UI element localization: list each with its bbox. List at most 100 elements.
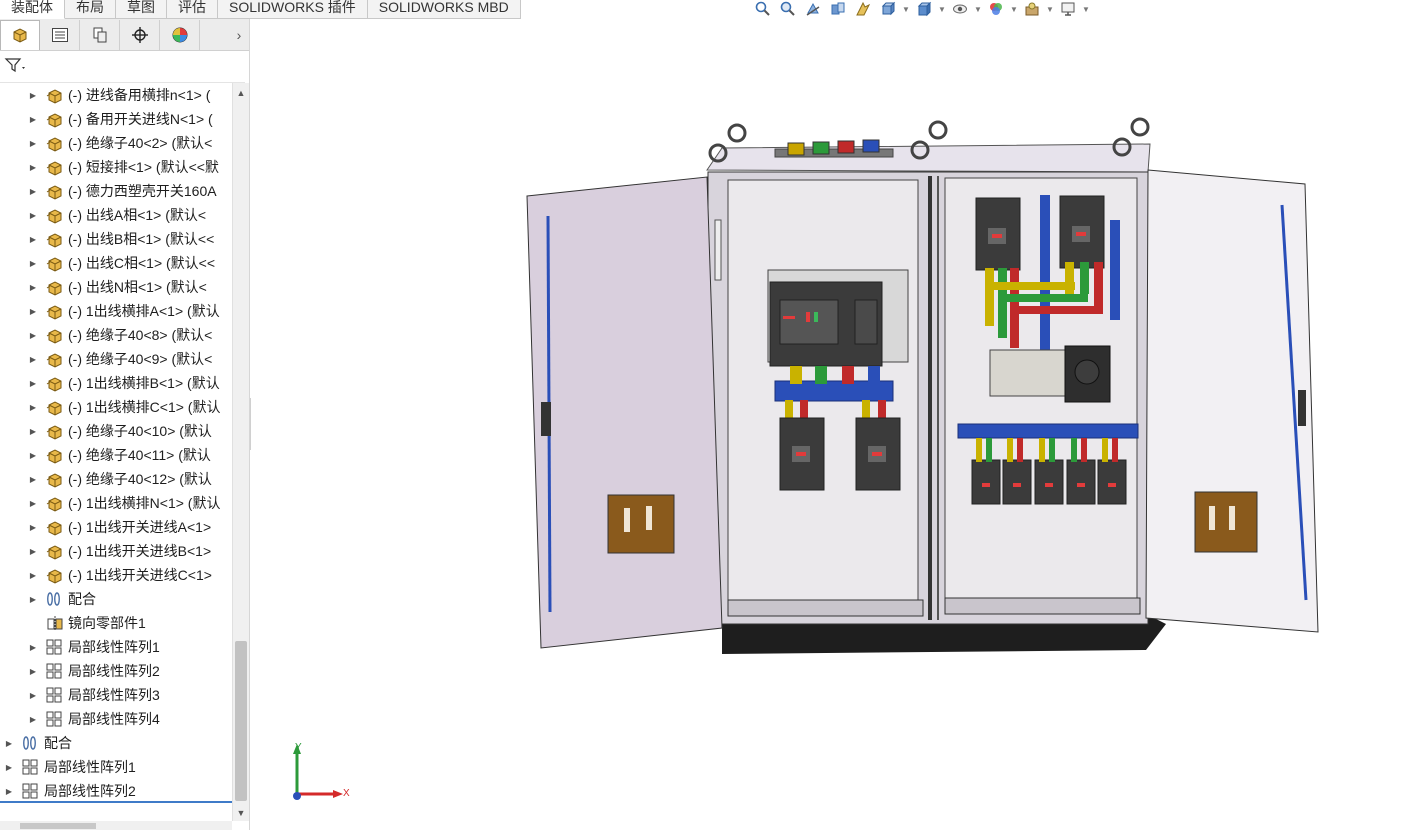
tree-item[interactable]: ▶ (-) 绝缘子40<8> (默认< bbox=[0, 323, 232, 347]
tree-item[interactable]: ▶ (-) 1出线开关进线B<1> bbox=[0, 539, 232, 563]
featuremanager-tree-icon[interactable] bbox=[0, 19, 40, 50]
tree-item[interactable]: ▶ (-) 短接排<1> (默认<<默 bbox=[0, 155, 232, 179]
tab-layout[interactable]: 布局 bbox=[65, 0, 116, 19]
tree-item[interactable]: ▶ (-) 德力西塑壳开关160A bbox=[0, 179, 232, 203]
view-orientation-icon[interactable] bbox=[877, 1, 899, 18]
view-settings-icon[interactable] bbox=[1057, 1, 1079, 18]
expand-arrow-icon[interactable]: ▶ bbox=[28, 211, 38, 220]
expand-arrow-icon[interactable]: ▶ bbox=[28, 571, 38, 580]
display-style-dropdown[interactable]: ▼ bbox=[938, 1, 946, 18]
tree-item[interactable]: 镜向零部件1 bbox=[0, 611, 232, 635]
expand-arrow-icon[interactable]: ▶ bbox=[28, 91, 38, 100]
expand-arrow-icon[interactable]: ▶ bbox=[28, 139, 38, 148]
tree-item[interactable]: ▶ (-) 1出线横排A<1> (默认 bbox=[0, 299, 232, 323]
filter-icon[interactable] bbox=[4, 56, 28, 77]
cabinet-model[interactable] bbox=[251, 19, 1404, 830]
tab-solidworks-addins[interactable]: SOLIDWORKS 插件 bbox=[218, 0, 368, 19]
tree-item[interactable]: ▶ 配合 bbox=[0, 587, 232, 611]
view-orientation-dropdown[interactable]: ▼ bbox=[902, 1, 910, 18]
expand-arrow-icon[interactable]: ▶ bbox=[28, 523, 38, 532]
expand-arrow-icon[interactable]: ▶ bbox=[28, 475, 38, 484]
expand-arrow-icon[interactable]: ▶ bbox=[28, 403, 38, 412]
apply-scene-icon[interactable] bbox=[1021, 1, 1043, 18]
expand-arrow-icon[interactable]: ▶ bbox=[28, 307, 38, 316]
dynamic-annotation-icon[interactable] bbox=[852, 1, 874, 18]
zoom-to-area-icon[interactable] bbox=[777, 1, 799, 18]
edit-appearance-icon[interactable] bbox=[985, 1, 1007, 18]
tree-item[interactable]: ▶ (-) 1出线开关进线C<1> bbox=[0, 563, 232, 587]
hide-show-dropdown[interactable]: ▼ bbox=[974, 1, 982, 18]
expand-arrow-icon[interactable]: ▶ bbox=[28, 499, 38, 508]
expand-arrow-icon[interactable]: ▶ bbox=[28, 547, 38, 556]
chevron-right-icon[interactable]: › bbox=[229, 27, 249, 43]
expand-arrow-icon[interactable]: ▶ bbox=[28, 691, 38, 700]
expand-arrow-icon[interactable]: ▶ bbox=[4, 787, 14, 796]
tree-item[interactable]: ▶ (-) 绝缘子40<2> (默认< bbox=[0, 131, 232, 155]
tree-item[interactable]: ▶ (-) 进线备用横排n<1> ( bbox=[0, 83, 232, 107]
previous-view-icon[interactable] bbox=[802, 1, 824, 18]
tree-item[interactable]: ▶ (-) 备用开关进线N<1> ( bbox=[0, 107, 232, 131]
expand-arrow-icon[interactable]: ▶ bbox=[28, 115, 38, 124]
tree-item[interactable]: ▶ (-) 出线A相<1> (默认< bbox=[0, 203, 232, 227]
expand-arrow-icon[interactable]: ▶ bbox=[4, 739, 14, 748]
tab-evaluate[interactable]: 评估 bbox=[167, 0, 218, 19]
section-view-icon[interactable] bbox=[827, 1, 849, 18]
propertymanager-icon[interactable] bbox=[40, 19, 80, 50]
displaymanager-icon[interactable] bbox=[160, 19, 200, 50]
expand-arrow-icon[interactable]: ▶ bbox=[28, 427, 38, 436]
expand-arrow-icon[interactable]: ▶ bbox=[28, 595, 38, 604]
edit-appearance-dropdown[interactable]: ▼ bbox=[1010, 1, 1018, 18]
tab-assembly[interactable]: 装配体 bbox=[0, 0, 65, 19]
expand-arrow-icon[interactable]: ▶ bbox=[28, 451, 38, 460]
tree-horizontal-scrollbar[interactable] bbox=[0, 821, 232, 830]
tree-filter[interactable] bbox=[0, 51, 245, 83]
expand-arrow-icon[interactable]: ▶ bbox=[28, 715, 38, 724]
display-style-icon[interactable] bbox=[913, 1, 935, 18]
expand-arrow-icon[interactable]: ▶ bbox=[28, 163, 38, 172]
tree-item[interactable]: ▶ (-) 绝缘子40<9> (默认< bbox=[0, 347, 232, 371]
tree-item[interactable]: ▶ (-) 绝缘子40<10> (默认 bbox=[0, 419, 232, 443]
expand-arrow-icon[interactable]: ▶ bbox=[28, 379, 38, 388]
dimxpertmanager-icon[interactable] bbox=[120, 19, 160, 50]
mates-icon bbox=[44, 589, 66, 609]
tree-item[interactable]: ▶ 局部线性阵列3 bbox=[0, 683, 232, 707]
graphics-area[interactable] bbox=[251, 19, 1404, 830]
expand-arrow-icon[interactable]: ▶ bbox=[28, 235, 38, 244]
tree-item[interactable]: ▶ (-) 1出线开关进线A<1> bbox=[0, 515, 232, 539]
tab-solidworks-mbd[interactable]: SOLIDWORKS MBD bbox=[367, 0, 521, 19]
scroll-down-icon[interactable]: ▼ bbox=[233, 805, 249, 821]
expand-arrow-icon[interactable]: ▶ bbox=[28, 355, 38, 364]
expand-arrow-icon[interactable]: ▶ bbox=[28, 643, 38, 652]
tree-item[interactable]: ▶ (-) 出线C相<1> (默认<< bbox=[0, 251, 232, 275]
tree-item[interactable]: ▶ 局部线性阵列2 bbox=[0, 779, 232, 800]
tree-item[interactable]: ▶ 局部线性阵列1 bbox=[0, 635, 232, 659]
tree-item[interactable]: ▶ 局部线性阵列1 bbox=[0, 755, 232, 779]
hide-show-items-icon[interactable] bbox=[949, 1, 971, 18]
tree-item[interactable]: ▶ 局部线性阵列2 bbox=[0, 659, 232, 683]
tree-item[interactable]: ▶ (-) 1出线横排C<1> (默认 bbox=[0, 395, 232, 419]
tree-item[interactable]: ▶ 配合 bbox=[0, 731, 232, 755]
tab-sketch[interactable]: 草图 bbox=[116, 0, 167, 19]
horizontal-scroll-thumb[interactable] bbox=[20, 823, 96, 829]
configurationmanager-icon[interactable] bbox=[80, 19, 120, 50]
view-settings-dropdown[interactable]: ▼ bbox=[1082, 1, 1090, 18]
tree-scrollbar[interactable]: ▲ ▼ bbox=[232, 83, 249, 821]
tree-item[interactable]: ▶ (-) 1出线横排N<1> (默认 bbox=[0, 491, 232, 515]
expand-arrow-icon[interactable]: ▶ bbox=[28, 259, 38, 268]
expand-arrow-icon[interactable]: ▶ bbox=[28, 187, 38, 196]
zoom-to-fit-icon[interactable] bbox=[752, 1, 774, 18]
tree-item[interactable]: ▶ 局部线性阵列4 bbox=[0, 707, 232, 731]
expand-arrow-icon[interactable]: ▶ bbox=[28, 667, 38, 676]
scroll-thumb[interactable] bbox=[235, 641, 247, 801]
tree-item[interactable]: ▶ (-) 绝缘子40<11> (默认 bbox=[0, 443, 232, 467]
expand-arrow-icon[interactable]: ▶ bbox=[28, 331, 38, 340]
tree-item-label: (-) 1出线开关进线A<1> bbox=[68, 519, 212, 535]
expand-arrow-icon[interactable]: ▶ bbox=[4, 763, 14, 772]
scroll-up-icon[interactable]: ▲ bbox=[233, 85, 249, 101]
tree-item[interactable]: ▶ (-) 绝缘子40<12> (默认 bbox=[0, 467, 232, 491]
expand-arrow-icon[interactable]: ▶ bbox=[28, 283, 38, 292]
apply-scene-dropdown[interactable]: ▼ bbox=[1046, 1, 1054, 18]
tree-item[interactable]: ▶ (-) 1出线横排B<1> (默认 bbox=[0, 371, 232, 395]
tree-item[interactable]: ▶ (-) 出线N相<1> (默认< bbox=[0, 275, 232, 299]
tree-item[interactable]: ▶ (-) 出线B相<1> (默认<< bbox=[0, 227, 232, 251]
